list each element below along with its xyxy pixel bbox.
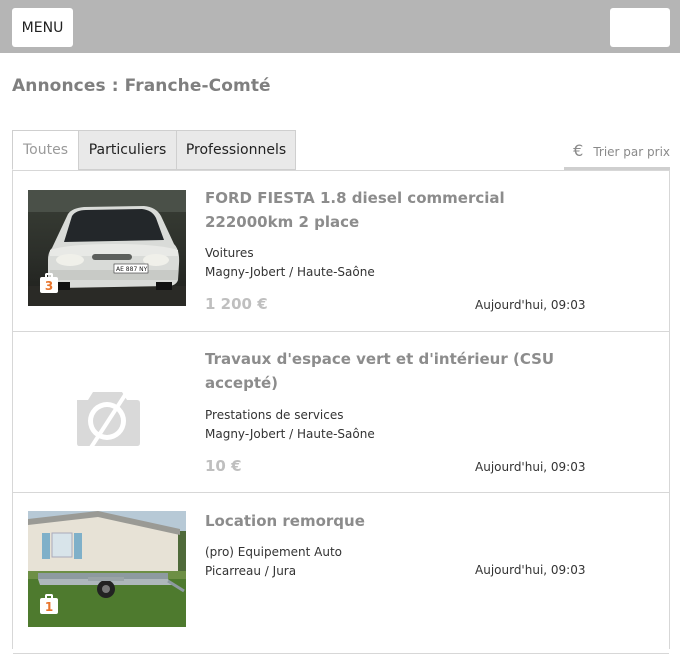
header-action-button[interactable] bbox=[610, 8, 670, 47]
menu-button[interactable]: MENU bbox=[12, 8, 73, 47]
photo-count-badge: 3 bbox=[40, 273, 58, 293]
no-photo-camera-icon bbox=[28, 351, 186, 467]
listing-date: Aujourd'hui, 09:03 bbox=[475, 298, 586, 312]
listing-location: Picarreau / Jura bbox=[205, 564, 297, 578]
listing-photo[interactable] bbox=[28, 351, 186, 467]
listing-title[interactable]: Travaux d'espace vert et d'intérieur (CS… bbox=[205, 347, 595, 395]
listing-photo[interactable]: AE 887 NY 3 bbox=[28, 190, 186, 306]
listing-category: Prestations de services bbox=[205, 408, 344, 422]
tab-professionnels[interactable]: Professionnels bbox=[176, 130, 296, 170]
tab-particuliers[interactable]: Particuliers bbox=[78, 130, 177, 170]
listing-title[interactable]: Location remorque bbox=[205, 509, 595, 533]
euro-icon: € bbox=[573, 141, 584, 160]
listing-category: Voitures bbox=[205, 246, 254, 260]
sort-by-price[interactable]: € Trier par prix bbox=[564, 141, 670, 170]
listing-location: Magny-Jobert / Haute-Saône bbox=[205, 427, 375, 441]
listing-date: Aujourd'hui, 09:03 bbox=[475, 460, 586, 474]
photo-count-badge: 1 bbox=[40, 594, 58, 614]
listing-location: Magny-Jobert / Haute-Saône bbox=[205, 265, 375, 279]
listing-price: 10 € bbox=[205, 457, 242, 475]
listing-title[interactable]: FORD FIESTA 1.8 diesel commercial 222000… bbox=[205, 186, 595, 234]
top-bar: MENU bbox=[0, 0, 680, 53]
listing-category: (pro) Equipement Auto bbox=[205, 545, 343, 559]
listing-price: 1 200 € bbox=[205, 295, 268, 313]
page-title: Annonces : Franche-Comté bbox=[12, 76, 271, 96]
listing-item[interactable]: 1 Location remorque (pro) Equipement Aut… bbox=[13, 493, 669, 654]
listing-photo[interactable]: 1 bbox=[28, 511, 186, 627]
svg-text:AE 887 NY: AE 887 NY bbox=[116, 266, 148, 273]
tab-toutes[interactable]: Toutes bbox=[12, 130, 79, 170]
listing-item[interactable]: Travaux d'espace vert et d'intérieur (CS… bbox=[13, 332, 669, 493]
listing-date: Aujourd'hui, 09:03 bbox=[475, 563, 586, 577]
sort-label: Trier par prix bbox=[593, 145, 670, 159]
listings-list: AE 887 NY 3 FORD FIESTA 1.8 diesel comme… bbox=[12, 170, 670, 654]
listing-item[interactable]: AE 887 NY 3 FORD FIESTA 1.8 diesel comme… bbox=[13, 171, 669, 332]
